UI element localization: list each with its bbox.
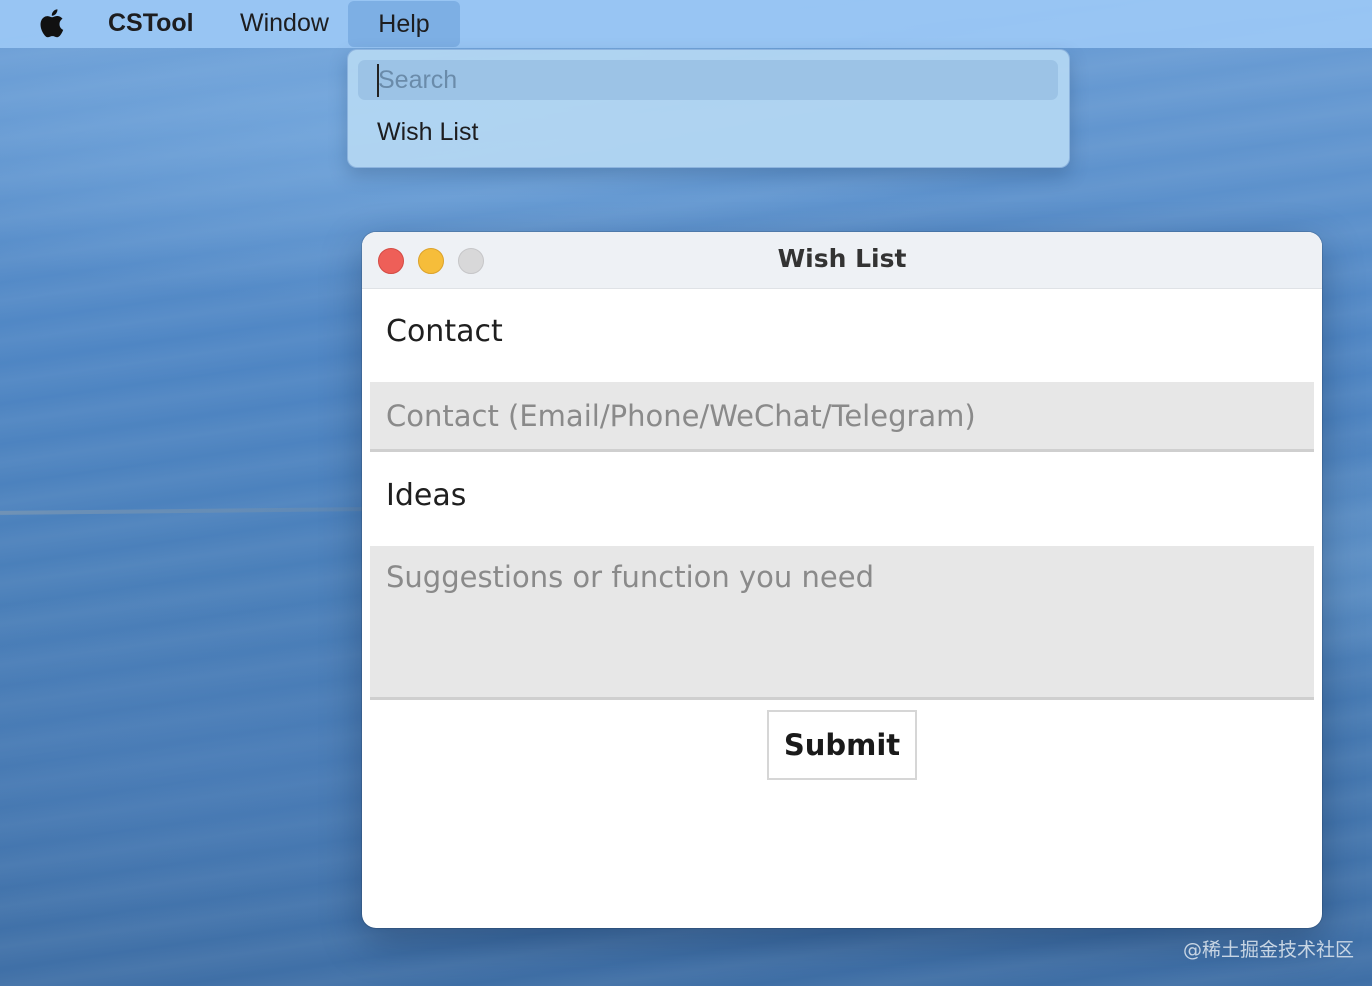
help-menu-dropdown: Wish List [347,49,1070,168]
text-caret [377,64,379,97]
watermark: @稀土掘金技术社区 [1183,939,1355,961]
ideas-textarea[interactable] [370,546,1314,700]
window-title: Wish List [777,244,907,273]
help-search-input[interactable] [358,60,1058,100]
menu-window[interactable]: Window [222,0,347,48]
contact-input[interactable] [370,382,1314,452]
menu-item-wish-list[interactable]: Wish List [377,118,478,147]
submit-button[interactable]: Submit [767,710,917,780]
ideas-label: Ideas [386,478,467,513]
contact-label: Contact [386,314,503,349]
menu-bar: CSTool Window Help [0,0,1372,48]
apple-logo-icon[interactable] [38,6,68,40]
menu-app-name[interactable]: CSTool [90,0,212,48]
title-bar[interactable]: Wish List [362,232,1322,289]
menu-help[interactable]: Help [348,1,460,47]
wish-list-window: Wish List Contact Ideas Submit [362,232,1322,928]
